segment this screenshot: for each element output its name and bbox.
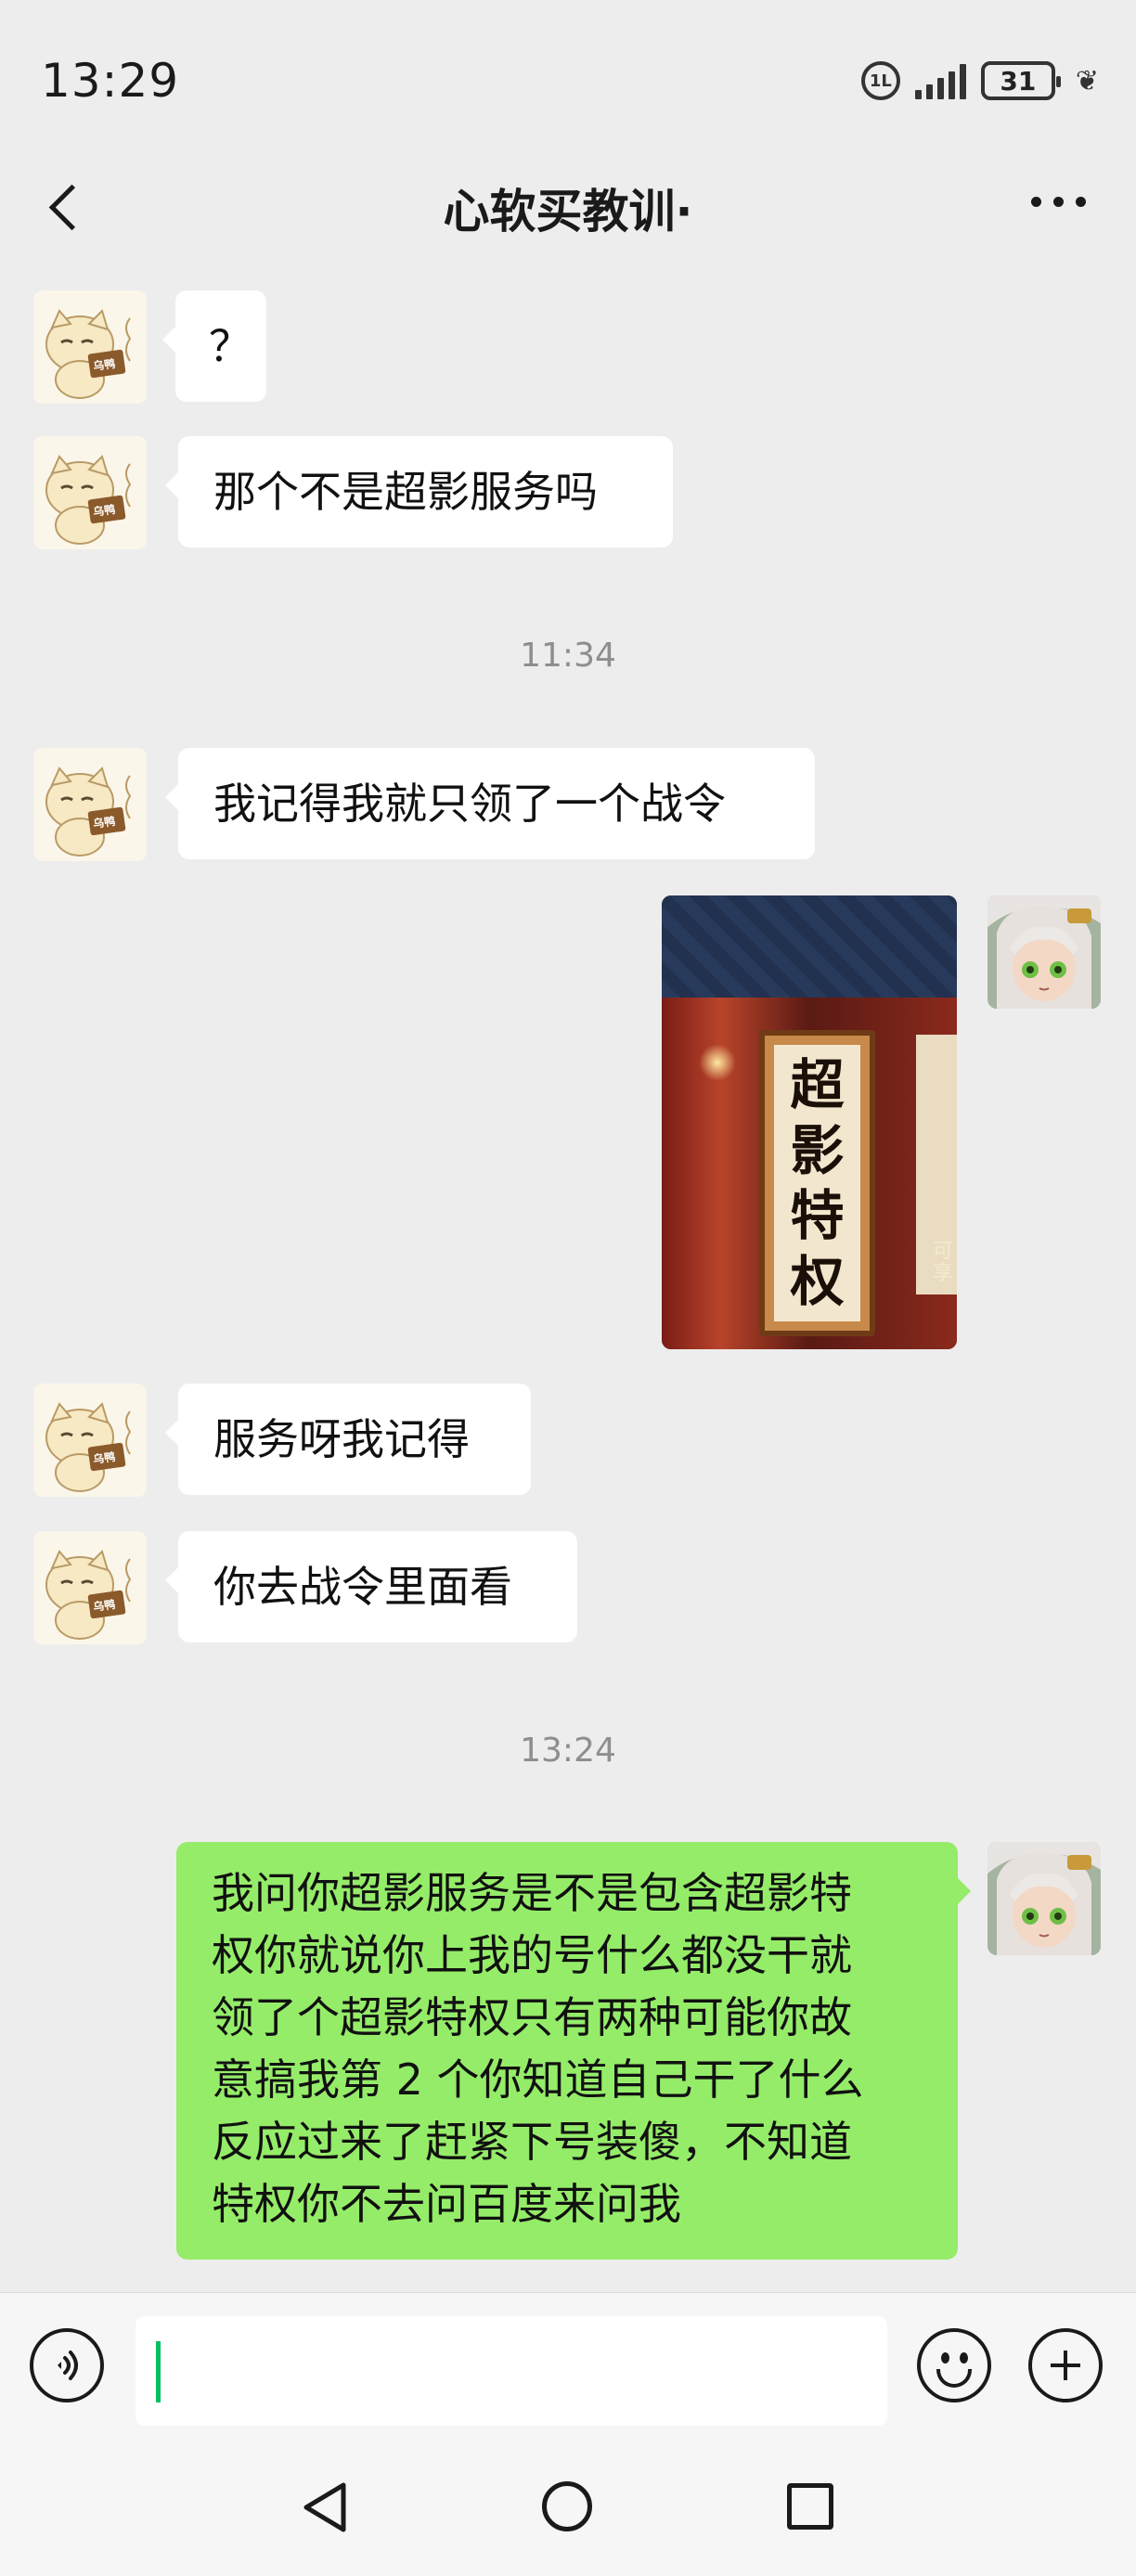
status-icons: 1L 31 ❦ bbox=[860, 61, 1099, 100]
message-bubble[interactable]: 我记得我就只领了一个战令 bbox=[165, 748, 815, 859]
network-icon: 1L bbox=[860, 61, 900, 100]
leaf-icon: ❦ bbox=[1075, 64, 1099, 97]
voice-button[interactable] bbox=[30, 2328, 104, 2402]
message-line: 意搞我第 2 个你知道自己干了什么 bbox=[212, 2054, 864, 2105]
anime-avatar-icon bbox=[988, 1842, 1101, 1955]
contact-avatar[interactable]: 乌鸭 bbox=[33, 1531, 147, 1644]
message-input[interactable] bbox=[136, 2316, 887, 2426]
chat-title: 心软买教训· bbox=[443, 185, 693, 238]
message-line: 权你就说你上我的号什么都没干就 bbox=[212, 1930, 852, 1980]
message-bubble[interactable]: ？ bbox=[162, 290, 266, 402]
signal-icon bbox=[914, 62, 966, 99]
system-back-button[interactable] bbox=[301, 2481, 349, 2533]
message-line: 反应过来了赶紧下号装傻，不知道 bbox=[212, 2117, 852, 2167]
contact-avatar[interactable]: 乌鸭 bbox=[33, 748, 147, 861]
cat-avatar-icon: 乌鸭 bbox=[33, 290, 147, 404]
message-line: 特权你不去问百度来问我 bbox=[212, 2179, 681, 2229]
image-plaque: 超 影 特 权 bbox=[759, 1030, 875, 1336]
contact-avatar[interactable]: 乌鸭 bbox=[33, 436, 147, 549]
battery-icon: 31 bbox=[980, 61, 1061, 100]
message-bubble[interactable]: 你去战令里面看 bbox=[165, 1531, 577, 1642]
my-avatar[interactable] bbox=[988, 1842, 1101, 1955]
plaque-char: 超 bbox=[790, 1053, 845, 1117]
my-avatar[interactable] bbox=[988, 895, 1101, 1009]
image-side-text: 可享 bbox=[933, 1240, 954, 1285]
more-icon bbox=[1031, 197, 1041, 207]
emoji-icon bbox=[941, 2352, 949, 2363]
timestamp: 13:24 bbox=[520, 1732, 616, 1770]
system-recent-button[interactable] bbox=[787, 2483, 833, 2530]
contact-avatar[interactable]: 乌鸭 bbox=[33, 1384, 147, 1497]
cat-avatar-icon: 乌鸭 bbox=[33, 436, 147, 549]
message-bubble[interactable]: 我问你超影服务是不是包含超影特 权你就说你上我的号什么都没干就 领了个超影特权只… bbox=[176, 1842, 971, 2260]
message-line: 领了个超影特权只有两种可能你故 bbox=[212, 1992, 852, 2042]
triangle-back-icon bbox=[303, 2482, 346, 2532]
status-time: 13:29 bbox=[41, 54, 180, 108]
text-cursor bbox=[156, 2341, 161, 2402]
plaque-char: 权 bbox=[790, 1249, 845, 1313]
cat-avatar-icon: 乌鸭 bbox=[33, 1531, 147, 1644]
plaque-char: 特 bbox=[790, 1184, 845, 1248]
plus-button[interactable] bbox=[1028, 2328, 1103, 2402]
cat-avatar-icon: 乌鸭 bbox=[33, 1384, 147, 1497]
chat-header: 心软买教训· bbox=[0, 139, 1136, 275]
status-bar: 13:29 1L 31 ❦ bbox=[0, 0, 1136, 139]
input-bar bbox=[0, 2292, 1136, 2431]
contact-avatar[interactable]: 乌鸭 bbox=[33, 290, 147, 404]
plaque-char: 影 bbox=[790, 1118, 845, 1182]
message-line: 我问你超影服务是不是包含超影特 bbox=[212, 1868, 852, 1918]
image-message[interactable]: 超 影 特 权 可享 bbox=[662, 895, 957, 1349]
cat-avatar-icon: 乌鸭 bbox=[33, 748, 147, 861]
more-button[interactable] bbox=[1031, 197, 1086, 207]
emoji-button[interactable] bbox=[917, 2328, 991, 2402]
system-nav-bar bbox=[0, 2431, 1136, 2576]
anime-avatar-icon bbox=[988, 895, 1101, 1009]
voice-icon bbox=[58, 2351, 78, 2380]
message-bubble[interactable]: 那个不是超影服务吗 bbox=[165, 436, 673, 547]
system-home-button[interactable] bbox=[542, 2481, 592, 2531]
timestamp: 11:34 bbox=[520, 637, 616, 675]
message-bubble[interactable]: 服务呀我记得 bbox=[165, 1384, 531, 1495]
